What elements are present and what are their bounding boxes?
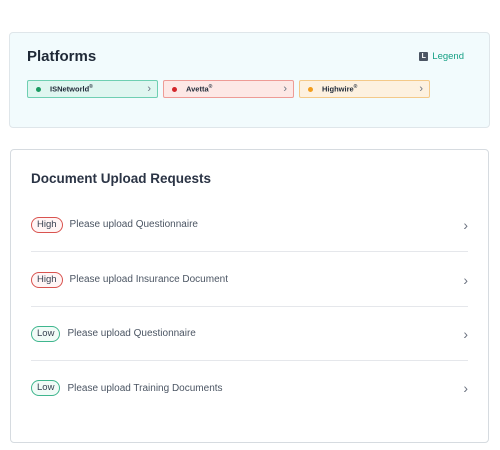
chevron-right-icon: › bbox=[147, 83, 151, 95]
request-row[interactable]: High Please upload Questionnaire › bbox=[31, 198, 468, 252]
registered-mark: ® bbox=[353, 84, 358, 91]
platform-chip-isnetworld[interactable]: ISNetworld® › bbox=[27, 80, 158, 98]
priority-badge: Low bbox=[31, 380, 61, 396]
status-dot-icon bbox=[308, 86, 313, 92]
platforms-title: Platforms bbox=[27, 48, 97, 65]
priority-badge: Low bbox=[31, 325, 61, 342]
chevron-right-icon: › bbox=[463, 325, 468, 342]
priority-badge: High bbox=[31, 216, 63, 233]
platform-name: ISNetworld bbox=[50, 84, 90, 94]
platforms-card: Platforms L Legend ISNetworld® › Avetta®… bbox=[9, 32, 490, 128]
chevron-right-icon: › bbox=[463, 216, 468, 233]
priority-badge: High bbox=[31, 271, 63, 288]
request-row[interactable]: Low Please upload Training Documents › bbox=[31, 361, 468, 415]
request-row[interactable]: High Please upload Insurance Document › bbox=[31, 253, 468, 307]
request-label: Please upload Insurance Document bbox=[69, 274, 228, 285]
chevron-right-icon: › bbox=[463, 380, 468, 396]
platform-chip-highwire[interactable]: Highwire® › bbox=[299, 80, 430, 98]
status-dot-icon bbox=[36, 86, 41, 92]
platform-name: Highwire bbox=[322, 84, 354, 94]
document-requests-title: Document Upload Requests bbox=[31, 171, 212, 186]
legend-icon: L bbox=[419, 52, 429, 61]
chevron-right-icon: › bbox=[419, 83, 423, 95]
request-label: Please upload Questionnaire bbox=[67, 328, 196, 339]
chevron-right-icon: › bbox=[283, 83, 287, 95]
request-label: Please upload Questionnaire bbox=[69, 219, 198, 230]
legend-label: Legend bbox=[432, 51, 464, 62]
chevron-right-icon: › bbox=[463, 271, 468, 288]
registered-mark: ® bbox=[208, 84, 213, 91]
document-requests-card: Document Upload Requests High Please upl… bbox=[10, 149, 489, 443]
request-row[interactable]: Low Please upload Questionnaire › bbox=[31, 307, 468, 361]
platform-chip-avetta[interactable]: Avetta® › bbox=[163, 80, 294, 98]
request-label: Please upload Training Documents bbox=[67, 382, 223, 394]
platform-name: Avetta bbox=[186, 84, 209, 94]
status-dot-icon bbox=[172, 86, 177, 92]
platform-list: ISNetworld® › Avetta® › Highwire® › bbox=[27, 80, 430, 98]
legend-link[interactable]: L Legend bbox=[419, 51, 464, 62]
registered-mark: ® bbox=[89, 84, 93, 91]
